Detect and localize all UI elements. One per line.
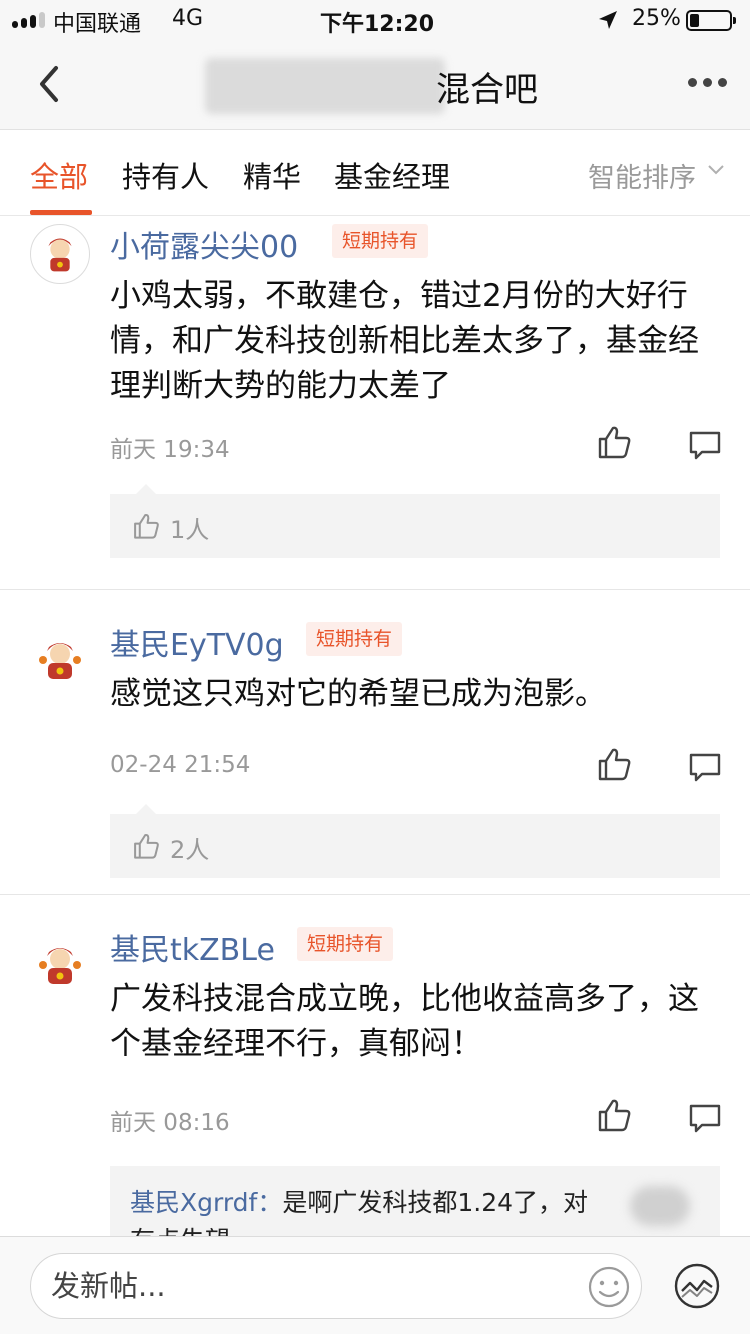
nav-bar: 混合吧	[0, 40, 750, 130]
post-content[interactable]: 小鸡太弱，不敢建仓，错过2月份的大好行情，和广发科技创新相比差太多了，基金经理判…	[110, 274, 720, 409]
post-divider	[0, 589, 750, 590]
more-dots-icon[interactable]	[688, 78, 727, 87]
signal-icon	[12, 12, 45, 28]
likes-box[interactable]: 1人	[110, 484, 720, 558]
active-tab-indicator	[30, 210, 92, 215]
redacted-title-region	[205, 58, 445, 114]
new-post-input[interactable]	[51, 1265, 571, 1307]
carrier-label: 中国联通	[53, 12, 142, 37]
post-content[interactable]: 感觉这只鸡对它的希望已成为泡影。	[110, 672, 720, 717]
post-list[interactable]: 小荷露尖尖00 短期持有 小鸡太弱，不敢建仓，错过2月份的大好行情，和广发科技创…	[0, 216, 750, 1236]
post-username[interactable]: 小荷露尖尖00	[110, 222, 298, 266]
comment-icon[interactable]	[688, 752, 722, 784]
reply-username[interactable]: 基民Xgrrdf：	[130, 1188, 282, 1217]
redacted-region	[630, 1186, 690, 1226]
comment-icon[interactable]	[688, 1103, 722, 1135]
post-time: 前天 08:16	[110, 1110, 230, 1136]
status-bar: 中国联通 4G 下午12:20 25%	[0, 0, 750, 40]
post-username[interactable]: 基民tkZBLe	[110, 925, 275, 969]
tab-holders[interactable]: 持有人	[122, 154, 209, 196]
reply-preview[interactable]: 基民Xgrrdf：是啊广发科技都1.24了，对 有点失望。	[110, 1166, 720, 1236]
reply-text: 基民Xgrrdf：是啊广发科技都1.24了，对 有点失望。	[130, 1184, 710, 1236]
reply-body-continued: 有点失望。	[130, 1226, 255, 1236]
post-content[interactable]: 广发科技混合成立晚，比他收益高多了，这个基金经理不行，真郁闷！	[110, 977, 720, 1067]
post-divider	[0, 894, 750, 895]
battery-percent: 25%	[632, 6, 681, 31]
avatar[interactable]	[30, 935, 90, 995]
holding-badge: 短期持有	[306, 622, 403, 656]
bottom-bar	[0, 1236, 750, 1334]
tab-bar: 全部 持有人 精华 基金经理 智能排序	[0, 130, 750, 216]
tab-featured[interactable]: 精华	[243, 154, 301, 196]
battery-icon	[686, 10, 736, 31]
page-title: 混合吧	[436, 70, 538, 110]
holding-badge: 短期持有	[332, 224, 429, 258]
trend-chart-icon[interactable]	[674, 1263, 720, 1309]
post-time: 02-24 21:54	[110, 752, 251, 778]
thumbs-up-icon	[134, 833, 159, 859]
thumbs-up-icon[interactable]	[596, 746, 632, 782]
compose-box[interactable]	[30, 1253, 642, 1319]
avatar[interactable]	[30, 224, 90, 284]
comment-icon[interactable]	[688, 430, 722, 462]
location-arrow-icon	[599, 11, 617, 29]
clock: 下午12:20	[320, 12, 435, 37]
post-username[interactable]: 基民EyTV0g	[110, 620, 284, 664]
like-count: 2人	[170, 836, 210, 864]
holding-badge: 短期持有	[297, 927, 394, 961]
tab-fund-manager[interactable]: 基金经理	[334, 154, 450, 196]
sort-dropdown[interactable]: 智能排序	[588, 156, 696, 195]
post-time: 前天 19:34	[110, 437, 230, 463]
thumbs-up-icon	[134, 513, 159, 539]
chevron-down-icon[interactable]	[708, 164, 724, 176]
thumbs-up-icon[interactable]	[596, 1097, 632, 1133]
emoji-icon[interactable]	[587, 1265, 631, 1309]
thumbs-up-icon[interactable]	[596, 424, 632, 460]
back-arrow-icon[interactable]	[30, 62, 70, 106]
network-label: 4G	[172, 6, 204, 31]
reply-body: 是啊广发科技都1.24了，对	[282, 1188, 589, 1217]
like-count: 1人	[170, 516, 210, 544]
tab-all[interactable]: 全部	[30, 154, 88, 196]
likes-box[interactable]: 2人	[110, 804, 720, 878]
avatar[interactable]	[30, 630, 90, 690]
